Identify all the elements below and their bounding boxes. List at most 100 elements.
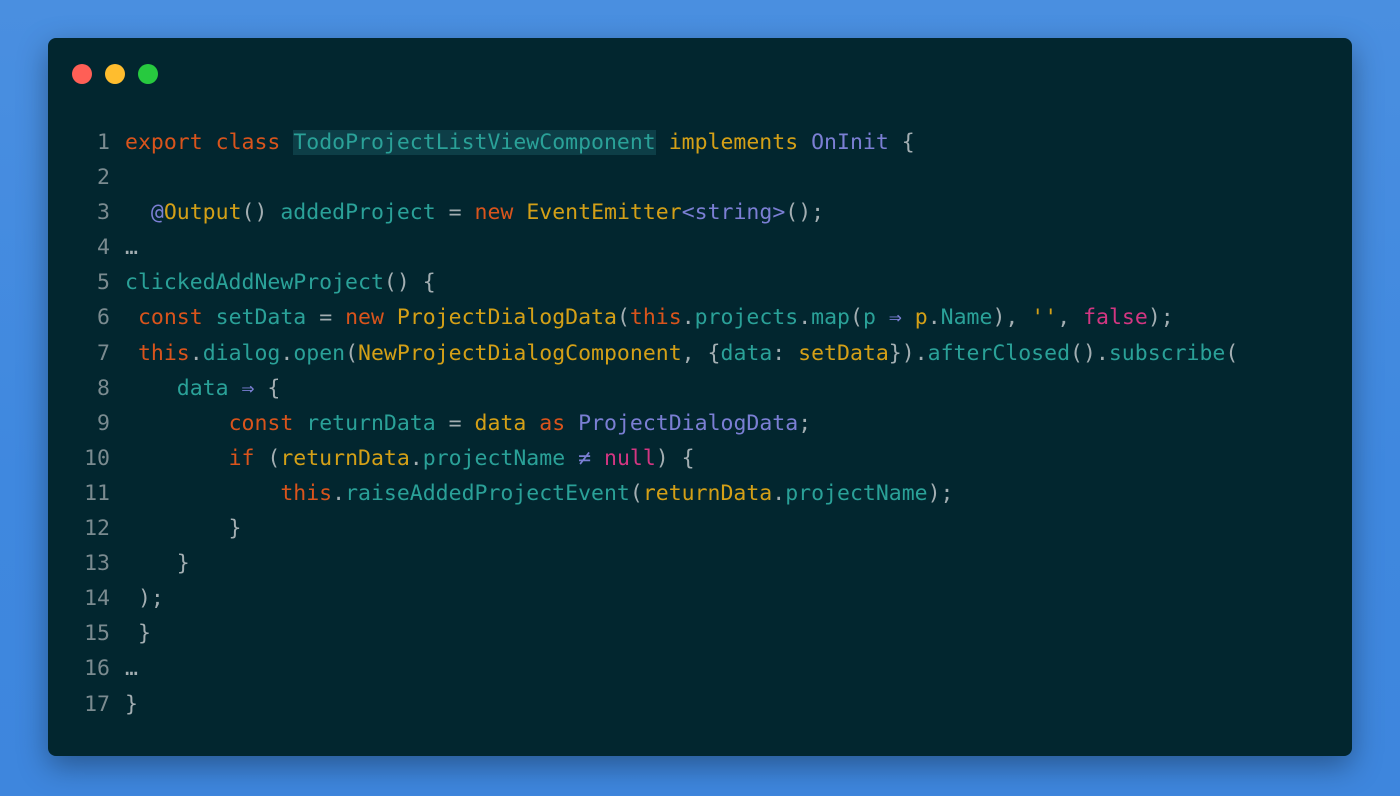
code-token: ); (1147, 305, 1174, 331)
line-number: 16 (84, 656, 110, 682)
code-token: returnData (306, 410, 436, 436)
line-code: … (110, 230, 138, 265)
line-number: 4 (97, 235, 110, 261)
line-number: 9 (97, 410, 110, 436)
code-token: NewProjectDialogComponent (358, 340, 682, 366)
code-window: 1 export class TodoProjectListViewCompone… (48, 38, 1352, 756)
code-line: 11 this.raiseAddedProjectEvent(returnDat… (48, 476, 1352, 511)
code-token: data (474, 410, 527, 436)
code-token: ); (927, 480, 954, 506)
code-line: 4… (48, 230, 1352, 265)
minimize-dot[interactable] (105, 64, 125, 84)
code-token: Output (163, 200, 242, 226)
line-number: 11 (84, 480, 110, 506)
code-token: . (798, 305, 812, 331)
code-line: 1 export class TodoProjectListViewCompone… (48, 125, 1352, 160)
window-controls (72, 64, 158, 84)
code-token: clickedAddNewProject (125, 270, 384, 296)
code-token: ProjectDialogData (578, 410, 799, 436)
code-token: = (435, 200, 475, 226)
line-code: ); (110, 581, 164, 616)
code-token: setData (215, 305, 307, 331)
code-line: 2 (48, 160, 1352, 195)
code-token: addedProject (280, 200, 436, 226)
line-number: 6 (97, 305, 110, 331)
code-token: } (125, 691, 138, 717)
line-code: } (110, 616, 151, 651)
code-token: ProjectDialogData (396, 305, 617, 331)
code-token: returnData (280, 445, 410, 471)
code-token: . (189, 340, 203, 366)
line-number: 12 (84, 516, 110, 542)
line-number: 10 (84, 445, 110, 471)
line-code: this.raiseAddedProjectEvent(returnData.p… (110, 476, 954, 511)
code-token: const (137, 305, 203, 331)
code-token: ( (616, 305, 630, 331)
code-token: ; (798, 410, 812, 436)
code-token: () { (383, 270, 436, 296)
code-token: open (293, 340, 346, 366)
code-token: ≠ (578, 445, 592, 471)
code-token: … (125, 235, 138, 261)
code-token: p (914, 305, 928, 331)
code-token: (). (1070, 340, 1109, 366)
code-token: : (772, 340, 799, 366)
code-token: p (862, 305, 876, 331)
code-token: projectName (785, 480, 928, 506)
code-token: < (681, 200, 695, 226)
code-token: ( (629, 480, 643, 506)
code-token: ); (125, 586, 164, 612)
code-token: } (125, 516, 242, 542)
code-token: new (474, 200, 514, 226)
code-token: null (604, 445, 656, 471)
code-token: . (772, 480, 786, 506)
line-code: const returnData = data as ProjectDialog… (110, 406, 812, 441)
code-token: { (888, 130, 915, 155)
code-token: as (539, 410, 566, 436)
line-number: 17 (84, 691, 110, 717)
code-token: () (241, 200, 281, 226)
code-token: ( (254, 445, 281, 471)
line-code: const setData = new ProjectDialogData(th… (110, 300, 1174, 335)
line-number: 5 (97, 270, 110, 296)
code-token: projects (694, 305, 799, 331)
code-token: = (306, 305, 346, 331)
code-line: 10 if (returnData.projectName ≠ null) { (48, 441, 1352, 476)
code-token: '' (1031, 305, 1058, 331)
code-token: setData (798, 340, 889, 366)
code-token: … (125, 656, 138, 682)
code-token: Name (940, 305, 993, 331)
maximize-dot[interactable] (138, 64, 158, 84)
code-token: false (1083, 305, 1148, 331)
code-token: projectName (422, 445, 566, 471)
line-code: } (110, 511, 242, 546)
code-token: ) { (655, 445, 695, 471)
line-number: 8 (97, 375, 110, 401)
code-token: export (125, 130, 203, 155)
code-line: 7 this.dialog.open(NewProjectDialogCompo… (48, 336, 1352, 371)
code-token: this (137, 340, 190, 366)
code-token: ( (1225, 340, 1239, 366)
code-token: subscribe (1108, 340, 1226, 366)
code-token: dialog (202, 340, 281, 366)
code-token: OnInit (811, 130, 889, 155)
close-dot[interactable] (72, 64, 92, 84)
line-number: 2 (97, 165, 110, 191)
line-code: this.dialog.open(NewProjectDialogCompone… (110, 336, 1238, 371)
code-block: 1 export class TodoProjectListViewCompone… (48, 125, 1352, 722)
code-token: , { (681, 340, 721, 366)
line-code: if (returnData.projectName ≠ null) { (110, 441, 695, 476)
code-token: { (254, 375, 281, 401)
